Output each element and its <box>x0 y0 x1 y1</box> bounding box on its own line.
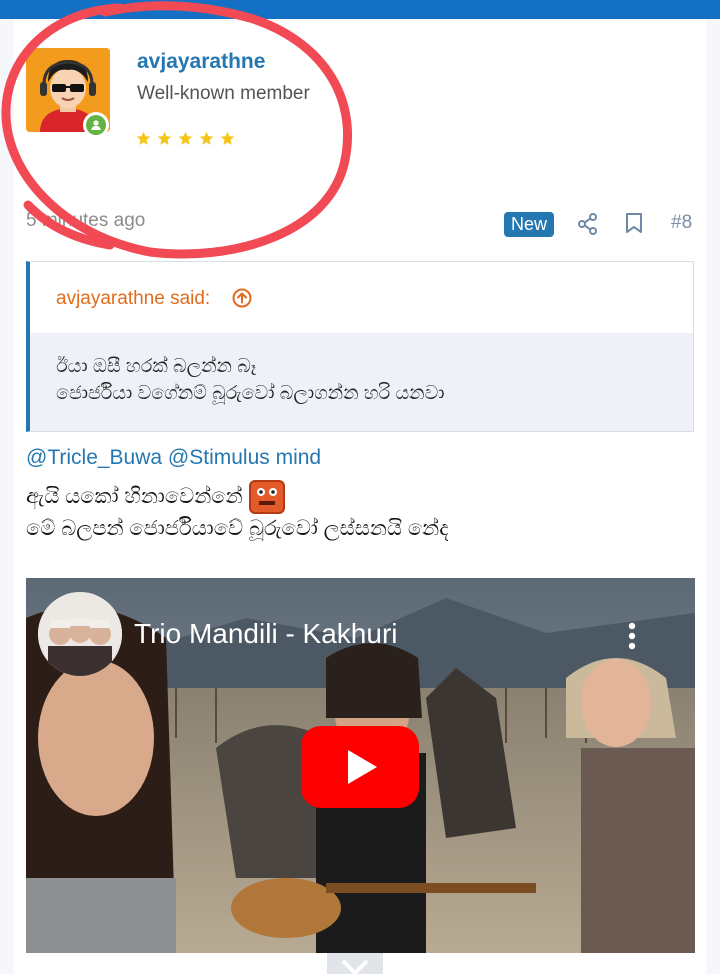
video-title[interactable]: Trio Mandili - Kakhuri <box>134 618 397 650</box>
quote-author[interactable]: avjayarathne said: <box>56 288 210 310</box>
collapse-toggle[interactable] <box>327 953 383 974</box>
new-badge: New <box>504 212 555 237</box>
user-mentions[interactable]: @Tricle_Buwa @Stimulus mind <box>26 446 321 470</box>
quote-body: ඊයා ඔසී හරක් බලන්න බෑ ජොර්ජියා වගේනම් බූ… <box>30 333 693 431</box>
share-icon[interactable] <box>578 213 598 235</box>
chevron-down-icon <box>341 959 369 974</box>
more-vertical-icon[interactable] <box>622 622 642 654</box>
message-text: ඇයි යකෝ හිනාවෙන්නේ <box>26 485 243 508</box>
bookmark-icon[interactable] <box>625 212 643 234</box>
quote-block: avjayarathne said: ඊයා ඔසී හරක් බලන්න බෑ… <box>26 261 694 432</box>
quote-header: avjayarathne said: <box>30 262 693 333</box>
quote-line: ඊයා ඔසී හරක් බලන්න බෑ <box>56 356 257 377</box>
post-number-link[interactable]: #8 <box>671 212 692 234</box>
robot-emoji-icon <box>248 480 285 514</box>
annotation-circle <box>1 1 353 259</box>
youtube-play-icon[interactable] <box>301 726 419 808</box>
message-text: මේ බලපන් ජොර්ජියාවේ බූරුවෝ ලස්සනයි නේද <box>26 517 449 540</box>
youtube-video-embed[interactable]: Trio Mandili - Kakhuri <box>26 578 695 953</box>
message-line: ඇයි යකෝ හිනාවෙන්නේ <box>26 480 285 514</box>
arrow-up-circle-icon[interactable] <box>231 287 253 309</box>
quote-line: ජොර්ජියා වගේනම් බූරුවෝ බලාගන්න හරි යනවා <box>56 383 445 404</box>
channel-avatar[interactable] <box>38 592 122 676</box>
